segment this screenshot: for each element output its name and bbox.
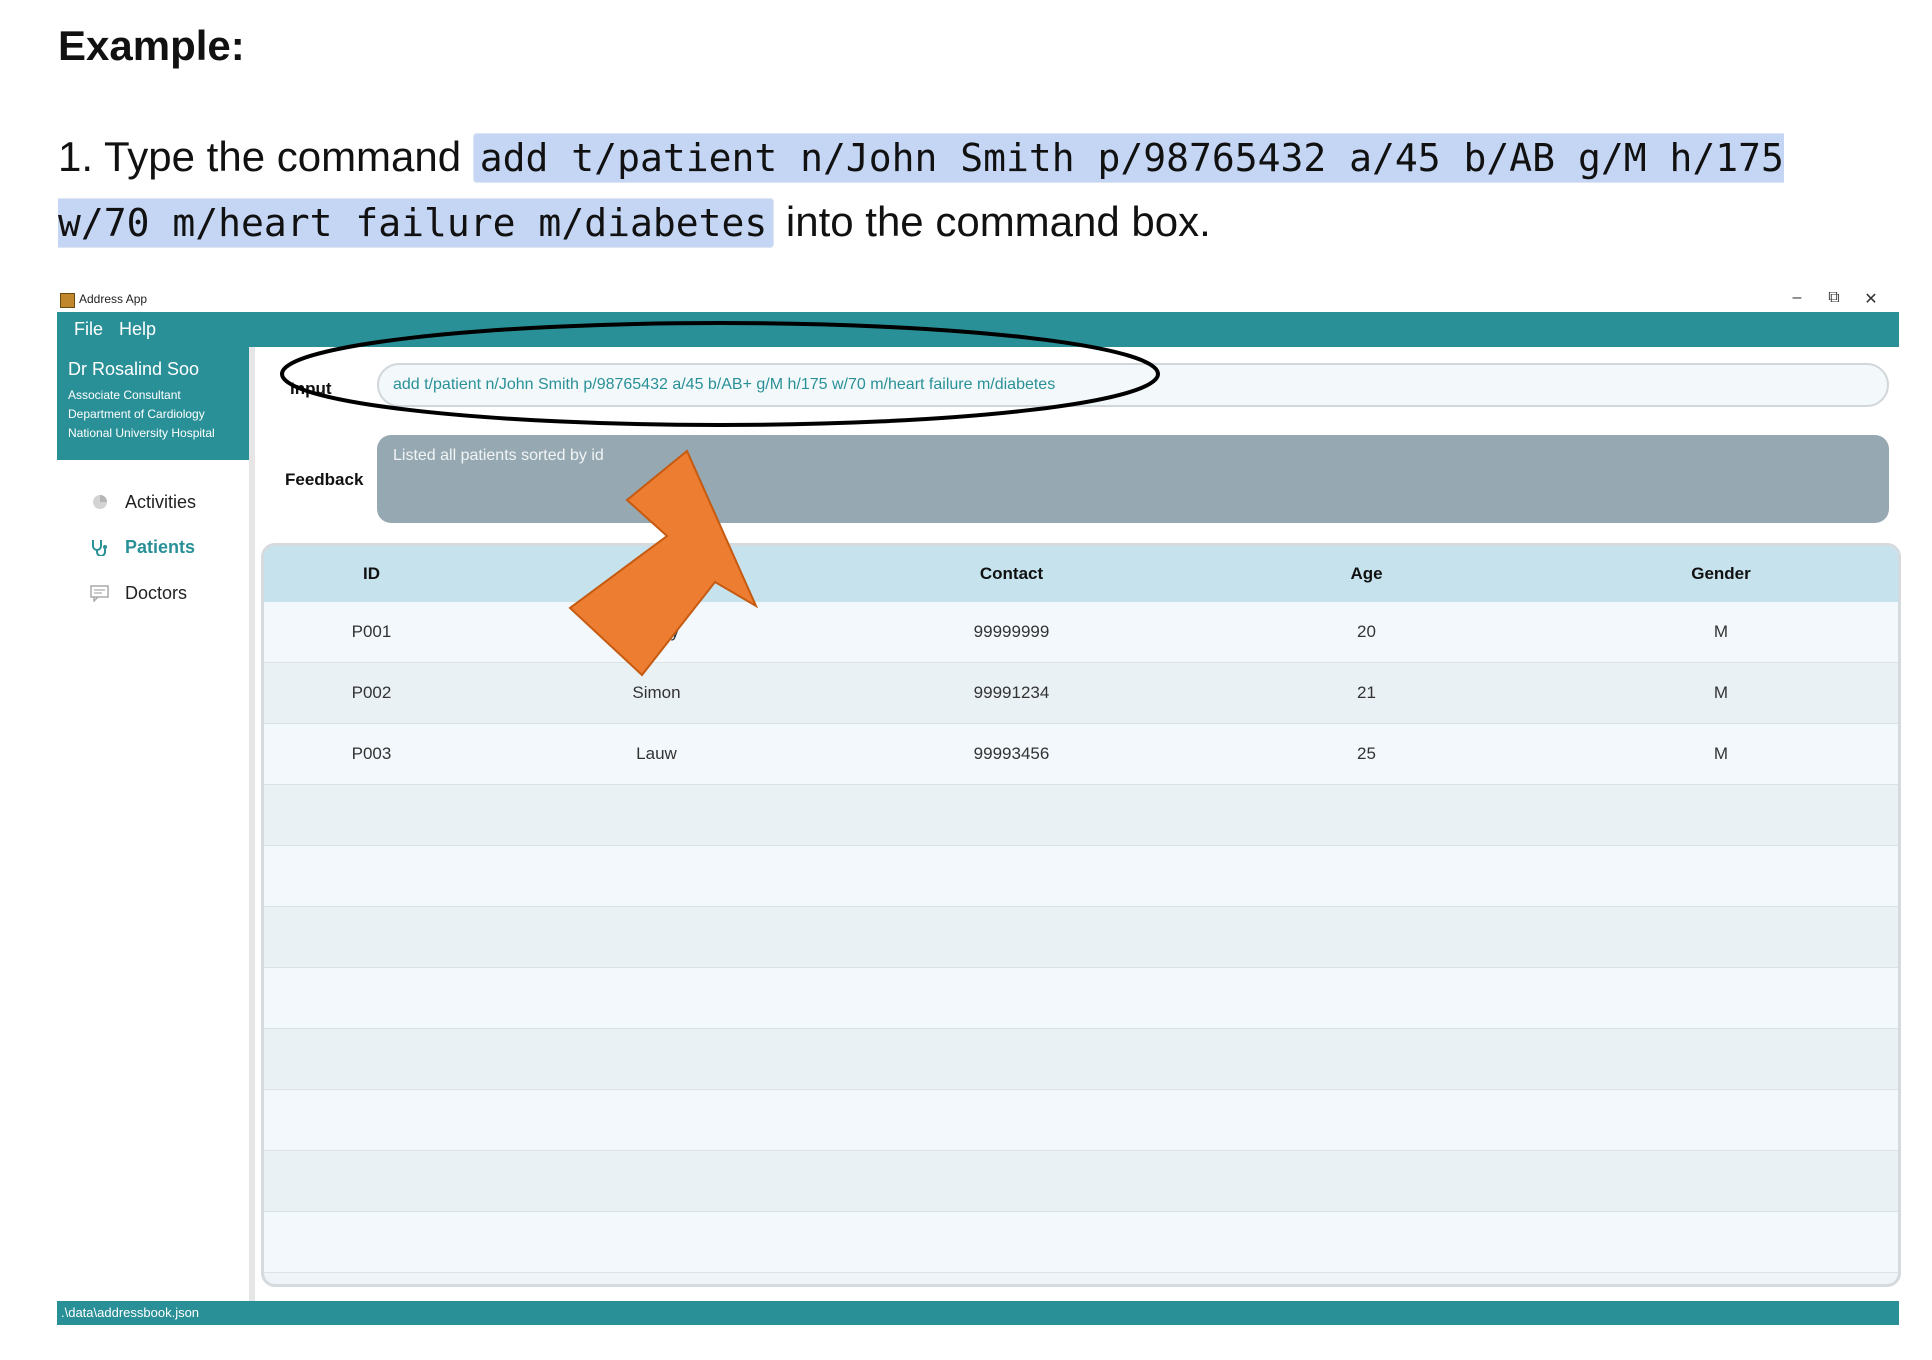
restore-button[interactable]: ⧉ xyxy=(1814,289,1854,307)
empty-row xyxy=(264,785,1898,846)
column-header-name[interactable]: Name xyxy=(479,564,834,584)
doctor-department: Department of Cardiology xyxy=(68,407,205,421)
minimize-button[interactable]: – xyxy=(1777,289,1817,307)
example-heading: Example: xyxy=(58,22,245,69)
step-suffix: into the command box. xyxy=(785,198,1211,245)
cell-age: 21 xyxy=(1357,683,1376,702)
empty-row xyxy=(264,846,1898,907)
empty-row xyxy=(264,1151,1898,1212)
sidebar-item-label: Doctors xyxy=(125,582,188,603)
empty-row xyxy=(264,968,1898,1029)
column-header-gender[interactable]: Gender xyxy=(1544,564,1898,584)
cell-contact: 99991234 xyxy=(973,683,1050,702)
table-row[interactable]: P003 Lauw 99993456 25 M xyxy=(264,724,1898,785)
menu-file[interactable]: File xyxy=(74,319,103,340)
title-bar: Address App – ⧉ ✕ xyxy=(57,288,1899,312)
doctor-profile: Dr Rosalind Soo Associate Consultant Dep… xyxy=(57,347,249,460)
input-label: Input xyxy=(290,379,332,398)
cell-id: P003 xyxy=(351,744,392,763)
empty-row xyxy=(264,907,1898,968)
step-prefix: 1. Type the command xyxy=(58,133,462,180)
cell-age: 25 xyxy=(1357,744,1376,763)
command-input[interactable] xyxy=(377,363,1889,407)
feedback-label: Feedback xyxy=(285,470,364,489)
column-header-contact[interactable]: Contact xyxy=(834,564,1189,584)
status-bar: .\data\addressbook.json xyxy=(57,1301,1899,1325)
app-logo-icon xyxy=(60,293,75,308)
feedback-text: Listed all patients sorted by id xyxy=(393,447,604,464)
instruction-step: 1. Type the command add t/patient n/John… xyxy=(58,125,1888,255)
column-header-id[interactable]: ID xyxy=(264,564,479,584)
cell-id: P002 xyxy=(351,683,392,702)
cell-id: P001 xyxy=(351,622,392,641)
empty-row xyxy=(264,1212,1898,1273)
cell-gender: M xyxy=(1713,622,1729,641)
feedback-box: Listed all patients sorted by id xyxy=(377,435,1889,523)
cell-contact: 99999999 xyxy=(973,622,1050,641)
cell-age: 20 xyxy=(1357,622,1376,641)
window-title: Address App xyxy=(79,292,148,306)
menu-help[interactable]: Help xyxy=(119,319,156,340)
cell-gender: M xyxy=(1713,744,1729,763)
stethoscope-icon xyxy=(92,540,107,556)
pie-chart-icon xyxy=(93,495,107,509)
doctor-role: Associate Consultant xyxy=(68,388,181,402)
cell-name: Simon xyxy=(632,683,681,702)
cell-name: Jonny xyxy=(633,622,680,641)
sidebar-item-label: Patients xyxy=(125,536,196,557)
menu-bar: File Help xyxy=(57,312,1899,347)
close-button[interactable]: ✕ xyxy=(1851,289,1891,309)
table-row[interactable]: P002 Simon 99991234 21 M xyxy=(264,663,1898,724)
sidebar-item-doctors[interactable]: Doctors xyxy=(89,578,187,608)
app-window: Address App – ⧉ ✕ File Help Dr Rosalind … xyxy=(57,288,1901,1325)
sidebar-item-patients[interactable]: Patients xyxy=(89,532,195,562)
sidebar-item-activities[interactable]: Activities xyxy=(89,487,196,517)
patients-table: ID Name Contact Age Gender P001 Jonny 99… xyxy=(261,543,1901,1287)
data-file-path: .\data\addressbook.json xyxy=(61,1305,200,1320)
sidebar-item-label: Activities xyxy=(125,491,197,512)
column-header-age[interactable]: Age xyxy=(1189,564,1544,584)
table-row[interactable]: P001 Jonny 99999999 20 M xyxy=(264,602,1898,663)
cell-gender: M xyxy=(1713,683,1729,702)
doctor-name: Dr Rosalind Soo xyxy=(68,359,200,379)
doctor-hospital: National University Hospital xyxy=(68,426,215,440)
empty-row xyxy=(264,1090,1898,1151)
sidebar: Dr Rosalind Soo Associate Consultant Dep… xyxy=(57,347,255,1301)
empty-row xyxy=(264,1029,1898,1090)
table-header: ID Name Contact Age Gender xyxy=(264,546,1898,602)
message-icon xyxy=(90,585,109,602)
cell-name: Lauw xyxy=(636,744,677,763)
main-panel: Input Feedback Listed all patients sorte… xyxy=(255,347,1901,1301)
cell-contact: 99993456 xyxy=(973,744,1050,763)
